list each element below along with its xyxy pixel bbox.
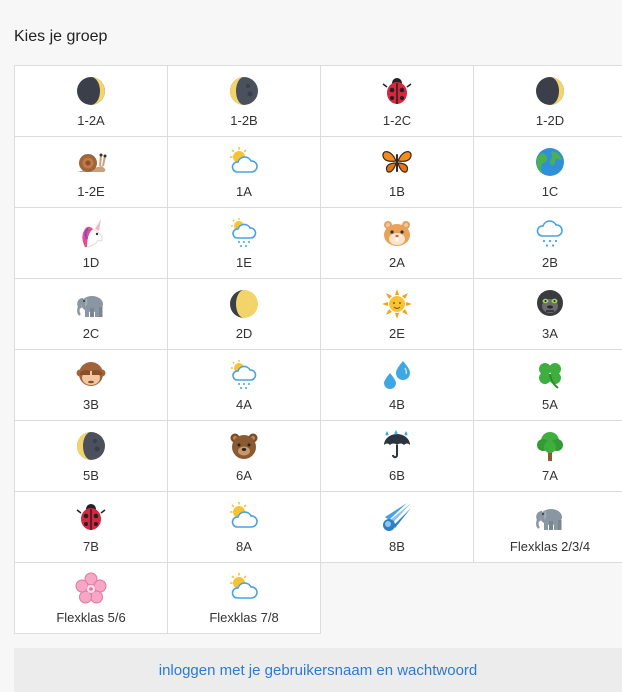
group-label: 2E xyxy=(389,326,405,341)
group-tile[interactable]: 1D xyxy=(15,208,168,279)
group-tile[interactable]: 8A xyxy=(168,492,321,563)
ladybug-icon xyxy=(380,74,414,108)
group-tile[interactable]: 4A xyxy=(168,350,321,421)
group-tile[interactable]: 7A xyxy=(474,421,622,492)
group-label: 2D xyxy=(235,326,253,341)
elephant-icon xyxy=(74,287,108,321)
login-with-username-link[interactable]: inloggen met je gebruikersnaam en wachtw… xyxy=(159,662,478,679)
umbrella-rain-icon xyxy=(380,429,414,463)
moon-icon xyxy=(533,74,567,108)
group-label: 2B xyxy=(542,255,558,270)
sun-cloud-icon xyxy=(227,145,261,179)
group-label: 2C xyxy=(82,326,100,341)
group-label: 5A xyxy=(542,397,558,412)
gorilla-icon xyxy=(533,287,567,321)
group-label: 1-2E xyxy=(77,184,105,199)
sun-icon xyxy=(380,287,414,321)
group-grid: 1-2A 1-2B 1-2C 1-2D 1-2E 1A 1B 1C 1D 1E 2A 2B 2C 2D 2E… xyxy=(14,65,622,634)
unicorn-icon xyxy=(74,216,108,250)
group-tile[interactable]: 5B xyxy=(15,421,168,492)
ladybug-icon xyxy=(74,500,108,534)
group-tile[interactable]: 1-2C xyxy=(321,66,474,137)
group-tile[interactable]: 2E xyxy=(321,279,474,350)
group-tile[interactable]: 3A xyxy=(474,279,622,350)
group-label: Flexklas 5/6 xyxy=(56,610,126,625)
dark-moon-icon xyxy=(74,429,108,463)
group-label: 6B xyxy=(389,468,405,483)
top-strip xyxy=(0,0,622,18)
droplets-icon xyxy=(380,358,414,392)
snail-icon xyxy=(74,145,108,179)
login-bar: inloggen met je gebruikersnaam en wachtw… xyxy=(14,648,622,692)
elephant-icon xyxy=(533,500,567,534)
group-tile[interactable]: Flexklas 7/8 xyxy=(168,563,321,634)
group-label: 1-2A xyxy=(77,113,105,128)
group-label: 1-2D xyxy=(535,113,565,128)
sun-cloud-icon xyxy=(227,500,261,534)
moon-icon xyxy=(74,74,108,108)
group-label: 7A xyxy=(542,468,558,483)
group-tile[interactable]: 6B xyxy=(321,421,474,492)
bear-icon xyxy=(227,429,261,463)
dark-moon-icon xyxy=(227,74,261,108)
group-tile[interactable]: 1-2D xyxy=(474,66,622,137)
group-label: Flexklas 7/8 xyxy=(209,610,279,625)
group-tile[interactable]: 1-2E xyxy=(15,137,168,208)
group-label: 4A xyxy=(236,397,252,412)
group-tile[interactable]: Flexklas 5/6 xyxy=(15,563,168,634)
tree-icon xyxy=(533,429,567,463)
group-tile[interactable]: Flexklas 2/3/4 xyxy=(474,492,622,563)
group-label: 1D xyxy=(82,255,100,270)
group-label: Flexklas 2/3/4 xyxy=(509,539,591,554)
group-tile[interactable]: 1-2B xyxy=(168,66,321,137)
group-label: 4B xyxy=(389,397,405,412)
group-tile[interactable]: 4B xyxy=(321,350,474,421)
group-tile[interactable]: 2D xyxy=(168,279,321,350)
sun-rain-cloud-icon xyxy=(227,358,261,392)
group-label: 8B xyxy=(389,539,405,554)
page-title: Kies je groep xyxy=(14,28,108,45)
butterfly-icon xyxy=(380,145,414,179)
globe-icon xyxy=(533,145,567,179)
group-tile[interactable]: 3B xyxy=(15,350,168,421)
group-label: 1A xyxy=(236,184,252,199)
sun-cloud-icon xyxy=(227,571,261,605)
group-label: 7B xyxy=(83,539,99,554)
group-label: 6A xyxy=(236,468,252,483)
group-tile[interactable]: 1-2A xyxy=(15,66,168,137)
group-label: 1-2C xyxy=(382,113,412,128)
group-label: 8A xyxy=(236,539,252,554)
group-tile[interactable]: 2C xyxy=(15,279,168,350)
group-tile[interactable]: 5A xyxy=(474,350,622,421)
group-tile[interactable]: 1B xyxy=(321,137,474,208)
group-tile[interactable]: 1C xyxy=(474,137,622,208)
group-label: 1C xyxy=(541,184,559,199)
sun-rain-cloud-icon xyxy=(227,216,261,250)
group-label: 3A xyxy=(542,326,558,341)
crescent-moon-icon xyxy=(227,287,261,321)
page: Kies je groep 1-2A 1-2B 1-2C 1-2D 1-2E 1A 1B 1C… xyxy=(0,0,622,692)
group-tile[interactable]: 6A xyxy=(168,421,321,492)
group-tile[interactable]: 1E xyxy=(168,208,321,279)
group-label: 1E xyxy=(236,255,252,270)
see-no-evil-monkey-icon xyxy=(74,358,108,392)
rain-cloud-icon xyxy=(533,216,567,250)
group-label: 1-2B xyxy=(230,113,258,128)
group-tile[interactable]: 8B xyxy=(321,492,474,563)
group-tile[interactable]: 7B xyxy=(15,492,168,563)
group-label: 1B xyxy=(389,184,405,199)
comet-icon xyxy=(380,500,414,534)
cherry-blossom-icon xyxy=(74,571,108,605)
group-label: 5B xyxy=(83,468,99,483)
group-label: 2A xyxy=(389,255,405,270)
group-label: 3B xyxy=(83,397,99,412)
clover-icon xyxy=(533,358,567,392)
group-tile[interactable]: 2A xyxy=(321,208,474,279)
group-tile[interactable]: 1A xyxy=(168,137,321,208)
group-tile[interactable]: 2B xyxy=(474,208,622,279)
hamster-icon xyxy=(380,216,414,250)
